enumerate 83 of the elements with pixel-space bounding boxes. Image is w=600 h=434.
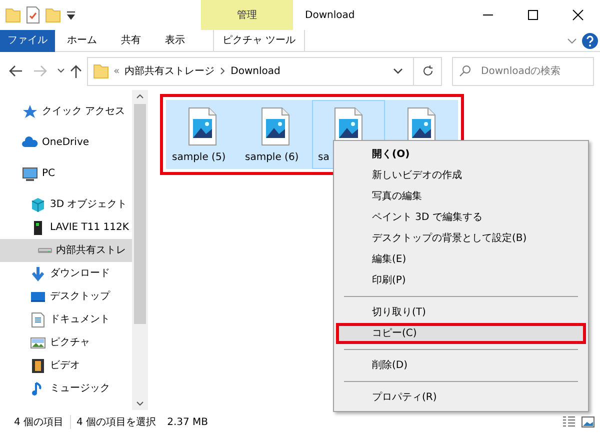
sidebar-label: デスクトップ <box>50 290 110 304</box>
picture-icon <box>30 334 46 350</box>
sidebar-item[interactable]: ピクチャ <box>0 331 132 354</box>
ribbon-tab[interactable]: 共有 <box>109 30 153 52</box>
chevron-down-icon[interactable] <box>393 67 403 75</box>
file-name: sa <box>318 151 330 165</box>
file-name: sample (5) <box>172 151 226 165</box>
search-field[interactable]: Downloadの検索 <box>479 62 591 80</box>
folder-icon <box>5 6 21 24</box>
sidebar-item[interactable]: クイック アクセス <box>0 100 132 123</box>
sidebar-item[interactable]: ミュージック <box>0 377 132 400</box>
breadcrumb-overflow[interactable]: « <box>114 64 120 78</box>
search-icon <box>459 65 471 77</box>
sidebar-item[interactable]: LAVIE T11 112K <box>0 216 132 239</box>
sidebar-label: ピクチャ <box>50 336 90 350</box>
sidebar-item[interactable]: 内部共有ストレ <box>0 239 132 262</box>
ribbon-tab[interactable]: ファイル <box>0 30 55 52</box>
menu-item[interactable]: 切り取り(T) <box>336 302 586 323</box>
up-arrow-icon[interactable] <box>70 64 82 78</box>
file-tile[interactable]: sample (6) <box>239 100 312 169</box>
menu-item[interactable]: コピー(C) <box>336 323 586 344</box>
context-tab-header: 管理 <box>201 0 293 30</box>
document-icon <box>30 312 46 328</box>
sidebar-label: ドキュメント <box>50 313 110 327</box>
sidebar-label: OneDrive <box>42 136 90 150</box>
image-file-icon <box>261 107 290 146</box>
details-view-icon[interactable] <box>562 416 576 428</box>
refresh-icon <box>422 65 434 77</box>
ribbon-tab[interactable]: 表示 <box>153 30 197 52</box>
folder-icon <box>92 62 108 80</box>
selection-count: 4 個の項目を選択 <box>76 416 156 430</box>
chevron-down-icon[interactable] <box>56 68 64 74</box>
sidebar-label: ビデオ <box>50 359 80 373</box>
sidebar-item[interactable]: OneDrive <box>0 131 132 154</box>
scrollbar[interactable] <box>132 90 148 410</box>
menu-item[interactable]: ペイント 3D で編集する <box>336 207 586 228</box>
sidebar-item[interactable]: ダウンロード <box>0 262 132 285</box>
menu-item[interactable]: 写真の編集 <box>336 186 586 207</box>
sidebar-label: LAVIE T11 112K <box>50 221 129 235</box>
sidebar-label: 内部共有ストレ <box>56 244 126 258</box>
file-tile[interactable]: sample (5) <box>166 100 239 169</box>
drive-icon <box>38 248 52 253</box>
film-icon <box>30 358 46 374</box>
scrollbar-thumb[interactable] <box>134 104 146 324</box>
scroll-down-icon <box>136 401 144 406</box>
menu-item[interactable]: プロパティ(R) <box>336 387 586 408</box>
back-arrow-icon[interactable] <box>8 65 22 77</box>
menu-item[interactable]: 印刷(P) <box>336 270 586 291</box>
large-icons-view-icon[interactable] <box>581 416 595 428</box>
scroll-up-icon <box>136 94 144 99</box>
breadcrumb-item[interactable]: Download <box>230 64 280 78</box>
cube-icon <box>30 196 46 212</box>
sidebar-label: ダウンロード <box>50 267 110 281</box>
sidebar-label: ミュージック <box>50 382 110 396</box>
item-count: 4 個の項目 <box>14 416 64 430</box>
file-name: sample (6) <box>245 151 299 165</box>
dropdown-icon[interactable] <box>66 10 76 20</box>
star-icon <box>22 104 38 120</box>
close-icon <box>572 9 584 21</box>
search-box[interactable]: Downloadの検索 <box>452 56 594 86</box>
checklist-icon[interactable] <box>26 6 40 24</box>
sidebar-label: PC <box>42 167 56 181</box>
sidebar-label: クイック アクセス <box>42 105 126 119</box>
monitor-icon <box>22 166 38 182</box>
selection-size: 2.37 MB <box>167 416 208 430</box>
help-icon[interactable] <box>582 32 598 48</box>
sidebar-item[interactable]: PC <box>0 162 132 185</box>
breadcrumb-item[interactable]: 内部共有ストレージ <box>124 64 215 78</box>
sidebar-item[interactable]: ドキュメント <box>0 308 132 331</box>
down-arrow-icon <box>30 266 46 282</box>
maximize-icon <box>526 9 538 21</box>
sidebar-label: 3D オブジェクト <box>50 198 128 212</box>
sidebar-item[interactable]: デスクトップ <box>0 285 132 308</box>
window-title: Download <box>304 8 356 22</box>
image-file-icon <box>188 107 217 146</box>
menu-item[interactable]: 編集(E) <box>336 249 586 270</box>
sidebar-item[interactable]: 3D オブジェクト <box>0 193 132 216</box>
menu-item[interactable]: デスクトップの背景として設定(B) <box>336 228 586 249</box>
ribbon-tab[interactable]: ホーム <box>55 30 109 52</box>
sidebar-item[interactable]: ビデオ <box>0 354 132 377</box>
chevron-right-icon <box>220 67 226 75</box>
ribbon-tab[interactable]: ピクチャ ツール <box>213 30 305 52</box>
menu-item[interactable]: 削除(D) <box>336 355 586 376</box>
